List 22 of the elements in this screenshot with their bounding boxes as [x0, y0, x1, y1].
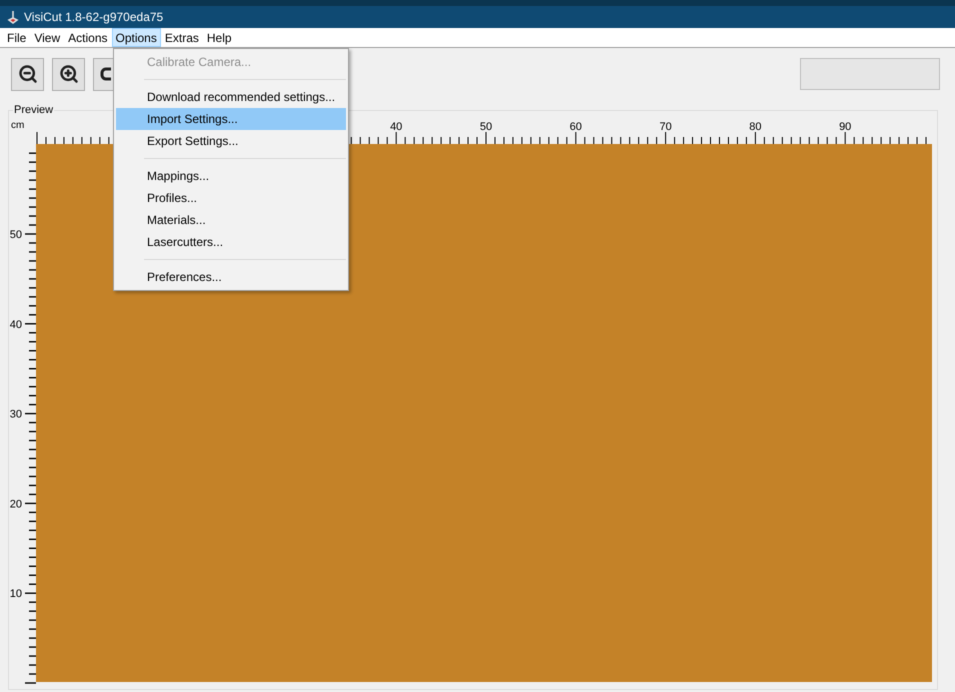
window-title: VisiCut 1.8-62-g970eda75: [24, 9, 164, 26]
menu-item[interactable]: File: [3, 28, 30, 47]
menu-option[interactable]: Preferences...: [116, 266, 346, 288]
zoom-button[interactable]: [11, 58, 44, 90]
zoom-out-icon: [18, 64, 38, 84]
menu-option[interactable]: Lasercutters...: [116, 231, 346, 253]
zoom-in-icon: [58, 64, 78, 84]
menu-option[interactable]: Mappings...: [116, 165, 346, 187]
vertical-ruler: 50 40 30 20 10: [10, 144, 36, 692]
menu-option[interactable]: Import Settings...: [116, 108, 346, 130]
unit-label: cm: [11, 120, 24, 132]
menu-item[interactable]: View: [30, 28, 64, 47]
menu-item[interactable]: Options: [112, 28, 161, 47]
menu-item[interactable]: Actions: [64, 28, 112, 47]
menu-item[interactable]: Help: [202, 28, 236, 47]
menu-option[interactable]: Materials...: [116, 209, 346, 231]
menu-option[interactable]: Profiles...: [116, 187, 346, 209]
menu-option[interactable]: Export Settings...: [116, 130, 346, 152]
menu-option[interactable]: Download recommended settings...: [116, 86, 346, 108]
menu-item[interactable]: Extras: [160, 28, 203, 47]
laser-icon: [6, 10, 20, 24]
zoom-button[interactable]: [52, 58, 85, 90]
